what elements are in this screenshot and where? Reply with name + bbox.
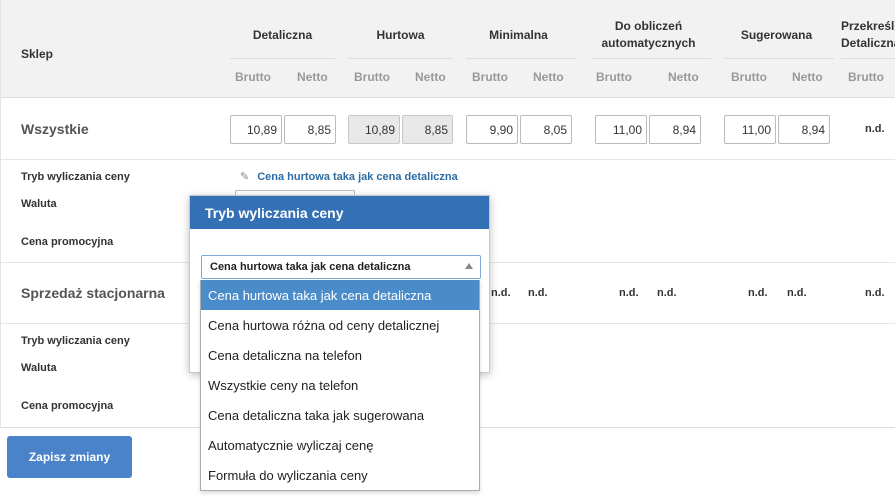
- subheader-netto: Netto: [297, 70, 328, 84]
- nd-value: n.d.: [787, 287, 807, 299]
- column-header-retail: Detaliczna: [252, 28, 313, 42]
- subheader-brutto: Brutto: [848, 70, 884, 84]
- subheader-netto: Netto: [415, 70, 446, 84]
- option-auto-calculate[interactable]: Automatycznie wyliczaj cenę: [201, 430, 479, 460]
- nd-value: n.d.: [619, 287, 639, 299]
- subheader-netto: Netto: [533, 70, 564, 84]
- header-divider: [466, 58, 576, 59]
- header-divider: [348, 58, 453, 59]
- option-formula[interactable]: Formuła do wyliczania ceny: [201, 460, 479, 490]
- save-changes-button[interactable]: Zapisz zmiany: [7, 436, 132, 478]
- auto-calc-netto-input[interactable]: 8,94: [649, 115, 701, 144]
- minimum-brutto-input[interactable]: 9,90: [466, 115, 518, 144]
- price-mode-label: Tryb wyliczania ceny: [21, 335, 130, 347]
- subheader-brutto: Brutto: [472, 70, 508, 84]
- column-header-wholesale: Hurtowa: [376, 28, 425, 42]
- retail-netto-input[interactable]: 8,85: [284, 115, 336, 144]
- nd-value: n.d.: [865, 287, 885, 299]
- subheader-netto: Netto: [792, 70, 823, 84]
- strikethrough-value: n.d.: [865, 123, 885, 135]
- currency-label: Waluta: [21, 362, 57, 374]
- currency-label: Waluta: [21, 198, 57, 210]
- header-divider: [724, 58, 834, 59]
- caret-up-icon: [465, 263, 473, 269]
- header-divider: [841, 58, 895, 59]
- price-mode-link[interactable]: ✎ Cena hurtowa taka jak cena detaliczna: [240, 170, 458, 183]
- option-retail-by-phone[interactable]: Cena detaliczna na telefon: [201, 340, 479, 370]
- subheader-brutto: Brutto: [596, 70, 632, 84]
- row-label-retail-store: Sprzedaż stacjonarna: [21, 285, 165, 301]
- nd-value: n.d.: [657, 287, 677, 299]
- subheader-brutto: Brutto: [354, 70, 390, 84]
- subheader-brutto: Brutto: [731, 70, 767, 84]
- nd-value: n.d.: [748, 287, 768, 299]
- promo-price-label: Cena promocyjna: [21, 400, 114, 412]
- nd-value: n.d.: [491, 287, 511, 299]
- subheader-brutto: Brutto: [235, 70, 271, 84]
- column-header-strikethrough: Przekreślona Detaliczna: [841, 19, 895, 50]
- price-mode-options: Cena hurtowa taka jak cena detaliczna Ce…: [200, 280, 480, 491]
- table-header: Sklep Detaliczna Hurtowa Minimalna Do ob…: [1, 0, 895, 98]
- wholesale-brutto-input: 10,89: [348, 115, 400, 144]
- subheader-netto: Netto: [668, 70, 699, 84]
- row-divider: [1, 159, 895, 160]
- pencil-icon: ✎: [240, 171, 250, 183]
- suggested-netto-input[interactable]: 8,94: [778, 115, 830, 144]
- option-retail-as-suggested[interactable]: Cena detaliczna taka jak sugerowana: [201, 400, 479, 430]
- row-label-all-stores: Wszystkie: [21, 121, 89, 137]
- wholesale-netto-input: 8,85: [402, 115, 453, 144]
- option-wholesale-equals-retail[interactable]: Cena hurtowa taka jak cena detaliczna: [201, 280, 479, 310]
- price-mode-select[interactable]: Cena hurtowa taka jak cena detaliczna: [201, 255, 481, 279]
- column-header-auto-calc: Do obliczeń automatycznych: [601, 19, 696, 50]
- nd-value: n.d.: [528, 287, 548, 299]
- auto-calc-brutto-input[interactable]: 11,00: [595, 115, 647, 144]
- suggested-brutto-input[interactable]: 11,00: [724, 115, 776, 144]
- header-divider: [230, 58, 335, 59]
- column-header-store: Sklep: [21, 47, 54, 61]
- column-header-minimum: Minimalna: [489, 28, 548, 42]
- column-header-suggested: Sugerowana: [740, 28, 813, 42]
- option-wholesale-differs[interactable]: Cena hurtowa różna od ceny detalicznej: [201, 310, 479, 340]
- select-value: Cena hurtowa taka jak cena detaliczna: [210, 261, 411, 273]
- promo-price-label: Cena promocyjna: [21, 236, 114, 248]
- price-mode-value: Cena hurtowa taka jak cena detaliczna: [257, 171, 458, 183]
- header-divider: [591, 58, 711, 59]
- popover-title: Tryb wyliczania ceny: [190, 196, 489, 229]
- retail-brutto-input[interactable]: 10,89: [230, 115, 282, 144]
- minimum-netto-input[interactable]: 8,05: [520, 115, 572, 144]
- price-mode-label: Tryb wyliczania ceny: [21, 171, 130, 183]
- option-all-by-phone[interactable]: Wszystkie ceny na telefon: [201, 370, 479, 400]
